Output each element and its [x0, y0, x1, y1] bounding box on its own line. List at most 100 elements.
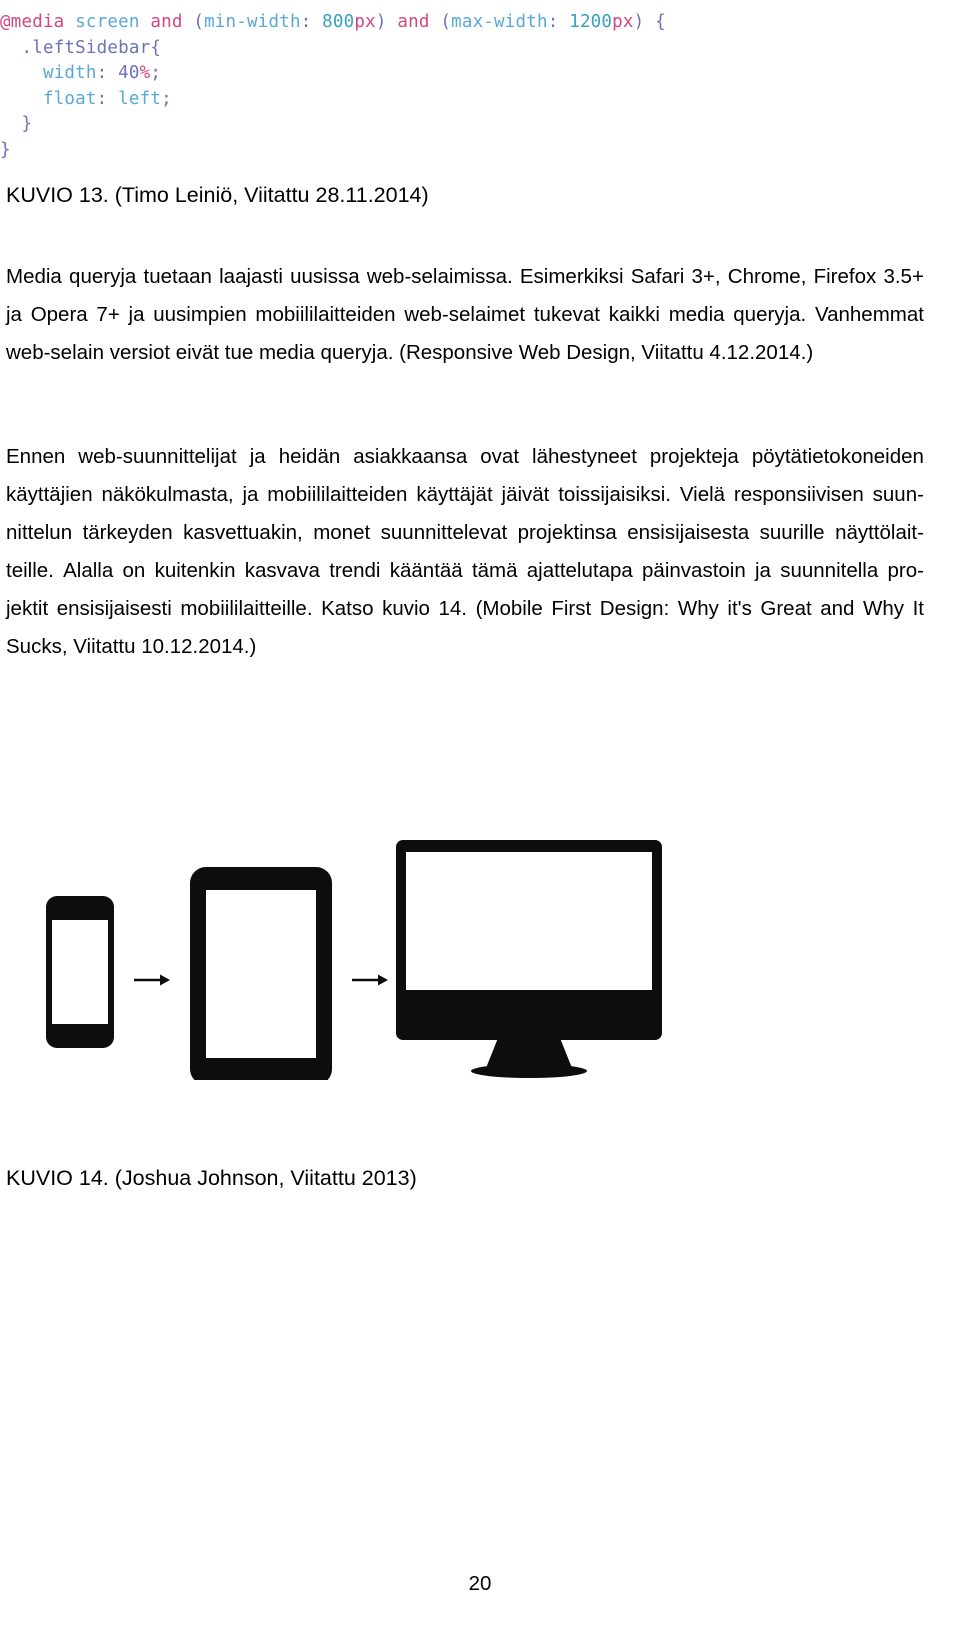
text-word: näkökulmasta, [101, 483, 234, 506]
text-word: tukevat [533, 303, 600, 326]
text-word: Why [677, 597, 719, 620]
text-word: suunnitella [780, 559, 879, 582]
code-token: ( [440, 12, 452, 32]
text-line: Media queryja tuetaan laajasti uusissa web-se… [6, 258, 924, 296]
text-line: teille. Alalla on kuitenkin kasvava trendi kää… [6, 552, 924, 590]
text-word: tuetaan [143, 265, 212, 288]
figure-caption-kuvio-13: KUVIO 13. (Timo Leiniö, Viitattu 28.11.2… [6, 183, 429, 207]
text-word: Esimerkiksi [519, 265, 624, 288]
document-page: @media screen and (min-width: 800px) and… [0, 0, 960, 1636]
text-word: web-suunnittelijat [78, 445, 237, 468]
text-word: queryja. [733, 303, 807, 326]
code-token: 1200 [569, 12, 613, 32]
text-word: jäivät [501, 483, 550, 506]
figure-kuvio14-devices [0, 780, 700, 1085]
text-word: First [551, 597, 592, 620]
text-word: monet [313, 521, 371, 544]
code-token: ; [150, 63, 162, 83]
text-word: Chrome, [727, 265, 807, 288]
paragraph-media-query-support: Media queryja tuetaan laajasti uusissa web-se… [6, 258, 924, 372]
text-word: web-selaimet [404, 303, 526, 326]
text-word: ja [755, 559, 771, 582]
code-token: { [150, 37, 162, 58]
text-word: projektinsa [517, 521, 617, 544]
text-word: ensisijaisesta [627, 521, 750, 544]
code-token: % [139, 63, 151, 83]
text-word: ovat [480, 445, 520, 468]
text-word: Safari [630, 265, 685, 288]
text-word: on [122, 559, 146, 582]
desktop-monitor-icon [396, 840, 662, 1078]
text-word: 14. [438, 597, 468, 620]
text-word: lähestyneet [532, 445, 637, 468]
code-token: : [547, 12, 570, 32]
text-word: heidän [278, 445, 341, 468]
text-word: projekteja [649, 445, 739, 468]
text-word: It [912, 597, 924, 620]
code-token: ; [161, 88, 172, 109]
code-token: 40 [118, 63, 140, 83]
text-word: ja [249, 445, 266, 468]
text-word: Firefox [813, 265, 877, 288]
text-word: uusimpien [153, 303, 247, 326]
code-token: : [96, 63, 119, 83]
text-word: kaikki [608, 303, 660, 326]
text-word: käyttäjien [6, 483, 93, 506]
code-token: min-width [204, 12, 301, 32]
devices-illustration [46, 840, 662, 1085]
text-word: Alalla [63, 559, 114, 582]
code-token: ( [193, 12, 205, 32]
text-word: ensisijaisesti [56, 597, 172, 620]
code-line: .leftSidebar{ [0, 36, 760, 62]
text-word: jektit [6, 597, 49, 620]
code-token: } [21, 114, 33, 134]
text-word: näyttölait- [835, 521, 924, 544]
css-code-block: @media screen and (min-width: 800px) and… [0, 10, 760, 163]
tablet-icon [190, 867, 332, 1085]
text-word: kasvettuakin, [183, 521, 303, 544]
code-token: and [150, 12, 183, 32]
text-word: nittelun [6, 521, 73, 544]
text-word: kasvava [244, 559, 320, 582]
code-token: : [96, 88, 119, 109]
code-token: @media [0, 12, 65, 32]
text-word: responsiivisen [733, 483, 864, 506]
text-word: tämä [471, 559, 518, 582]
text-word: Katso [321, 597, 374, 620]
text-word: Great [760, 597, 812, 620]
code-token: : [300, 12, 323, 32]
text-word: 3+, [691, 265, 721, 288]
text-word: and [820, 597, 855, 620]
paragraph-mobile-first: Ennen web-suunnittelijat ja heidän asiakkaan… [6, 438, 924, 666]
text-word: Vielä [679, 483, 726, 506]
code-token: 800 [322, 12, 355, 32]
code-token: left [118, 88, 162, 109]
code-token: } [0, 139, 11, 160]
code-token: .leftSidebar [21, 37, 151, 58]
code-line: width: 40%; [0, 61, 760, 87]
text-word: media [668, 303, 725, 326]
text-line: web-selain versiot eivät tue media query… [6, 341, 814, 364]
text-word: pro- [887, 559, 924, 582]
text-word: uusissa [290, 265, 360, 288]
text-word: asiakkaansa [353, 445, 468, 468]
code-token: float [42, 88, 97, 109]
text-word: teille. [6, 559, 54, 582]
page-number: 20 [468, 1572, 492, 1595]
text-word: ja [242, 483, 259, 506]
text-word: ja [128, 303, 145, 326]
text-word: päinvastoin [642, 559, 746, 582]
text-word: trendi [329, 559, 381, 582]
smartphone-icon [46, 896, 114, 1048]
arrow-right-icon-1 [134, 974, 170, 986]
text-word: käyttäjät [416, 483, 493, 506]
text-word: pöytätietokoneiden [751, 445, 924, 468]
code-token: { [655, 12, 666, 32]
text-word: mobiililaitteille. [180, 597, 313, 620]
text-word: 7+ [96, 303, 120, 326]
